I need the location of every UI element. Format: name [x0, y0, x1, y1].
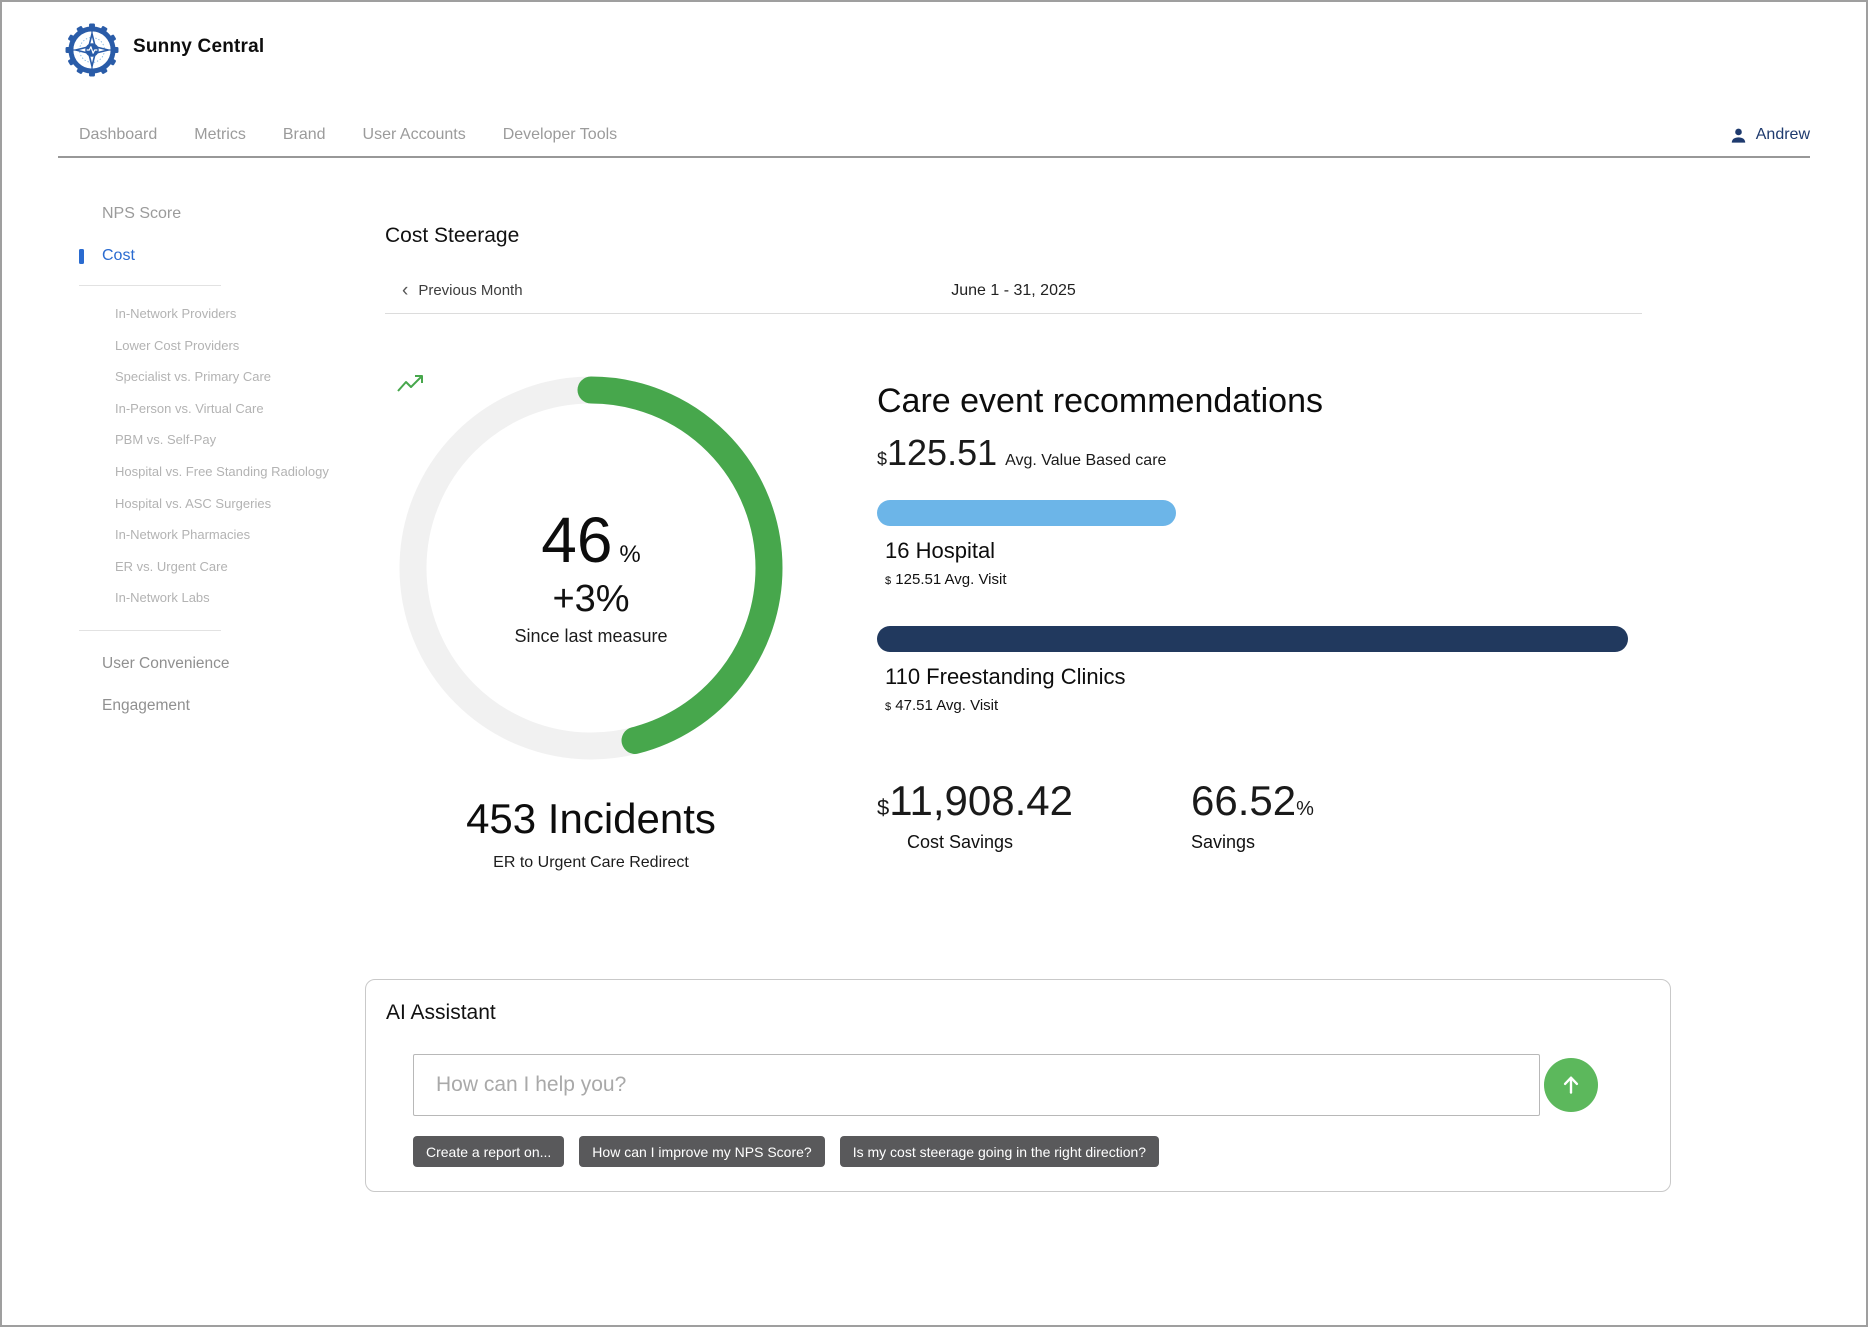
reco-bar: [877, 500, 1176, 526]
freestanding-clinics-avg-visit: $ 47.51 Avg. Visit: [885, 698, 1643, 715]
sidebar-subitem-in-network-labs[interactable]: In-Network Labs: [115, 582, 329, 614]
gauge-value: 46: [541, 504, 612, 576]
steerage-gauge: 46% +3% Since last measure: [396, 373, 786, 763]
ai-assistant-title: AI Assistant: [386, 1001, 496, 1025]
savings-percent-value: 66.52: [1191, 777, 1296, 824]
sidebar-item-cost-label: Cost: [102, 247, 135, 264]
avg-value-based-care: $125.51 Avg. Value Based care: [877, 435, 1643, 471]
incidents-caption: ER to Urgent Care Redirect: [396, 854, 786, 872]
trend-up-icon: [396, 373, 426, 397]
active-item-marker: [79, 249, 84, 264]
sidebar-subitem-hospital-vs-free-standing-radiology[interactable]: Hospital vs. Free Standing Radiology: [115, 456, 329, 488]
nav-item-brand[interactable]: Brand: [283, 126, 326, 144]
arrow-up-icon: [1558, 1072, 1584, 1098]
savings-percent-stat: 66.52% Savings: [1191, 780, 1314, 853]
sidebar-subitem-pbm-vs-self-pay[interactable]: PBM vs. Self-Pay: [115, 424, 329, 456]
currency-symbol: $: [877, 449, 887, 469]
app-window: Sunny Central Dashboard Metrics Brand Us…: [0, 0, 1868, 1327]
sidebar-subitem-hospital-vs-asc-surgeries[interactable]: Hospital vs. ASC Surgeries: [115, 488, 329, 520]
page-title: Cost Steerage: [385, 224, 519, 248]
avg-caption: Avg. Value Based care: [1005, 452, 1166, 469]
user-name: Andrew: [1756, 126, 1810, 144]
sidebar-item-nps-score[interactable]: NPS Score: [79, 205, 329, 223]
hospital-label: 16 Hospital: [885, 539, 1643, 563]
hospital-avg-value: 125.51: [895, 571, 941, 588]
clinics-avg-caption: Avg. Visit: [936, 697, 998, 714]
avg-value: 125.51: [887, 432, 997, 473]
ai-assistant-card: AI Assistant Create a report on... How c…: [365, 979, 1671, 1192]
hospital-avg-visit: $ 125.51 Avg. Visit: [885, 572, 1643, 589]
sidebar-item-user-convenience[interactable]: User Convenience: [79, 655, 329, 673]
clinics-avg-value: 47.51: [895, 697, 933, 714]
divider: [79, 630, 221, 631]
recommendations-title: Care event recommendations: [877, 384, 1643, 418]
currency-symbol: $: [885, 701, 891, 713]
nav-item-metrics[interactable]: Metrics: [194, 126, 246, 144]
date-range: June 1 - 31, 2025: [385, 282, 1642, 300]
cost-savings-stat: $11,908.42 Cost Savings: [877, 780, 1073, 853]
currency-symbol: $: [877, 795, 889, 820]
reco-bar: [877, 626, 1628, 652]
sidebar-item-cost[interactable]: Cost: [79, 247, 329, 265]
suggestion-chip-create-report[interactable]: Create a report on...: [413, 1136, 564, 1167]
brand-name: Sunny Central: [133, 36, 264, 58]
gauge-caption: Since last measure: [514, 626, 667, 647]
nav-items: Dashboard Metrics Brand User Accounts De…: [58, 126, 617, 144]
ai-assistant-input[interactable]: [413, 1054, 1540, 1116]
savings-percent-label: Savings: [1191, 832, 1314, 853]
user-menu[interactable]: Andrew: [1729, 126, 1810, 145]
savings-stats: $11,908.42 Cost Savings 66.52% Savings: [877, 780, 1643, 853]
care-event-recommendations: Care event recommendations $125.51Avg. V…: [877, 384, 1643, 853]
gauge-unit: %: [619, 541, 640, 568]
sidebar-subitem-in-person-vs-virtual-care[interactable]: In-Person vs. Virtual Care: [115, 393, 329, 425]
hospital-avg-caption: Avg. Visit: [945, 571, 1007, 588]
sidebar-secondary: User Convenience Engagement: [79, 655, 329, 715]
freestanding-clinics-label: 110 Freestanding Clinics: [885, 665, 1643, 689]
percent-symbol: %: [1296, 798, 1314, 820]
main-navbar: Dashboard Metrics Brand User Accounts De…: [58, 114, 1810, 158]
brand-logo-gear-compass-icon: [65, 23, 119, 77]
sidebar: NPS Score Cost In-Network Providers Lowe…: [79, 202, 329, 715]
sidebar-subitem-lower-cost-providers[interactable]: Lower Cost Providers: [115, 330, 329, 362]
gauge-center-text: 46% +3% Since last measure: [396, 373, 786, 763]
sidebar-subitem-specialist-vs-primary-care[interactable]: Specialist vs. Primary Care: [115, 361, 329, 393]
incidents-count: 453 Incidents: [396, 795, 786, 843]
user-icon: [1729, 126, 1748, 145]
divider: [79, 285, 221, 286]
send-button[interactable]: [1544, 1058, 1598, 1112]
suggestion-chip-improve-nps[interactable]: How can I improve my NPS Score?: [579, 1136, 824, 1167]
cost-subitems: In-Network Providers Lower Cost Provider…: [115, 298, 329, 614]
gauge-delta: +3%: [552, 580, 629, 618]
suggestion-chip-cost-steerage-direction[interactable]: Is my cost steerage going in the right d…: [840, 1136, 1159, 1167]
sidebar-subitem-in-network-pharmacies[interactable]: In-Network Pharmacies: [115, 519, 329, 551]
sidebar-subitem-in-network-providers[interactable]: In-Network Providers: [115, 298, 329, 330]
nav-item-developer-tools[interactable]: Developer Tools: [503, 126, 617, 144]
currency-symbol: $: [885, 575, 891, 587]
cost-savings-label: Cost Savings: [907, 832, 1073, 853]
nav-item-dashboard[interactable]: Dashboard: [79, 126, 157, 144]
nav-item-user-accounts[interactable]: User Accounts: [363, 126, 466, 144]
suggestion-chips: Create a report on... How can I improve …: [413, 1136, 1159, 1167]
period-selector-row: ‹ Previous Month June 1 - 31, 2025: [385, 270, 1642, 314]
sidebar-subitem-er-vs-urgent-care[interactable]: ER vs. Urgent Care: [115, 551, 329, 583]
sidebar-item-engagement[interactable]: Engagement: [79, 697, 329, 715]
cost-savings-value: 11,908.42: [889, 777, 1073, 824]
